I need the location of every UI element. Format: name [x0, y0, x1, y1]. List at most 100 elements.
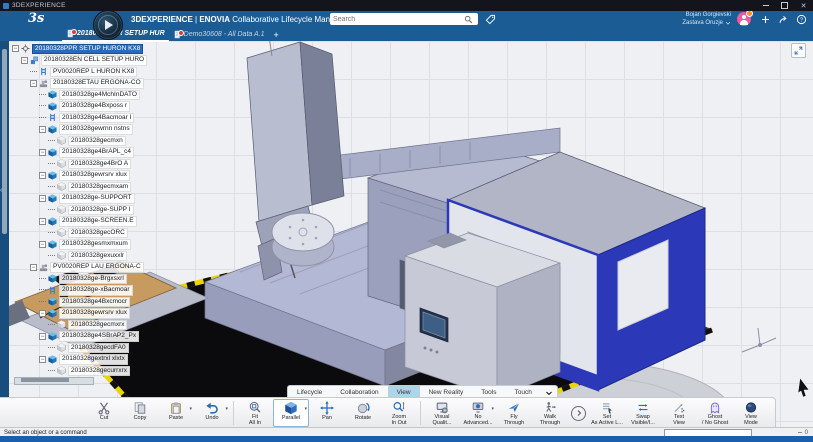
cut-button[interactable]: Cut — [86, 399, 122, 427]
avatar[interactable] — [737, 12, 751, 26]
3dexperience-compass[interactable] — [93, 10, 123, 40]
tree-item[interactable]: 20180328ge-Brgxsxrl — [12, 273, 147, 285]
instance-icon — [48, 90, 57, 99]
zoom-in-out-button[interactable]: ZoomIn Out — [381, 399, 417, 427]
close-button[interactable]: ✕ — [794, 0, 813, 11]
swap-button[interactable]: SwapVisible/I... — [625, 399, 661, 427]
copy-button[interactable]: Copy — [122, 399, 158, 427]
tree-item-label: 20180328ge-Brgxsxrl — [59, 274, 127, 285]
brand-name: 3DEXPERIENCE — [131, 15, 193, 24]
expander-toggle[interactable]: − — [39, 195, 46, 202]
tree-item[interactable]: −20180328ge4BrAPL_c4 — [12, 147, 147, 159]
expander-toggle[interactable]: − — [39, 218, 46, 225]
user-block[interactable]: Bojan Gorgievski Zastava Oruzje — [682, 11, 731, 27]
instance-icon — [48, 240, 57, 249]
tree-item[interactable]: −20180328EN CELL SETUP HURO — [12, 55, 147, 67]
fit-all-button[interactable]: FitAll In — [237, 399, 273, 427]
help-icon[interactable] — [795, 13, 807, 25]
visual-quality-icon — [435, 401, 449, 414]
tree-item[interactable]: −20180328ge-SUPPORT — [12, 193, 147, 205]
tree-horizontal-scrollbar[interactable] — [14, 377, 94, 385]
resource-icon — [39, 67, 48, 76]
parallel-cube-button[interactable]: ▾Parallel — [273, 399, 309, 427]
tree-item[interactable]: − 20180328gewrsrv xlux — [12, 170, 147, 182]
add-icon[interactable] — [759, 13, 771, 25]
expander-toggle[interactable]: − — [30, 80, 37, 87]
expander-toggle[interactable]: − — [39, 356, 46, 363]
expander-toggle[interactable]: − — [39, 310, 46, 317]
view-mode-button[interactable]: ViewMode — [733, 399, 769, 427]
tree-item[interactable]: 20180328gecmxam — [12, 181, 147, 193]
rotate-button[interactable]: Rotate — [345, 399, 381, 427]
tabs-overflow-chevron[interactable] — [541, 389, 557, 397]
tree-item[interactable]: 20180328gecORC — [12, 227, 147, 239]
pan-button[interactable]: Pan — [309, 399, 345, 427]
visual-quality-button[interactable]: VisualQualit... — [424, 399, 460, 427]
expander-toggle[interactable]: − — [39, 241, 46, 248]
tree-item[interactable]: −20180328gewrnn nstns — [12, 124, 147, 136]
dropdown-arrow-icon[interactable]: ▾ — [225, 406, 228, 412]
expander-toggle[interactable]: − — [21, 57, 28, 64]
expander-toggle[interactable]: − — [39, 149, 46, 156]
dropdown-arrow-icon[interactable]: ▾ — [304, 406, 307, 412]
toolbar-overflow-button[interactable] — [571, 406, 586, 421]
tree-item[interactable]: 20180328gecmxn — [12, 135, 147, 147]
minimize-button[interactable] — [756, 0, 775, 11]
tree-connector — [48, 163, 55, 165]
share-icon[interactable] — [777, 13, 789, 25]
undo-button[interactable]: ▾Undo — [194, 399, 230, 427]
tree-item[interactable]: −20180328gesmxmxum — [12, 239, 147, 251]
tree-item[interactable]: 20180328ge4Bxcmocr — [12, 296, 147, 308]
paste-button[interactable]: ▾Paste — [158, 399, 194, 427]
tree-item[interactable]: 20180328ge4Bacmoar I — [12, 112, 147, 124]
expander-toggle[interactable]: − — [39, 172, 46, 179]
tree-item[interactable]: 20180328ge4Bxposs r — [12, 101, 147, 113]
expander-toggle[interactable]: − — [30, 264, 37, 271]
tree-item[interactable]: −20180328PPR SETUP HURON KX8 — [12, 43, 147, 55]
text-view-button[interactable]: TextView — [661, 399, 697, 427]
tree-item[interactable]: 20180328ge4MchInDATO — [12, 89, 147, 101]
cut-icon — [97, 401, 111, 415]
tree-item-label: 20180328gexuxxlr — [68, 251, 127, 262]
walk-through-button[interactable]: WalkThrough — [532, 399, 568, 427]
tree-vertical-scrollbar[interactable]: ‹ — [0, 41, 9, 426]
tree-item[interactable]: 20180328gecmxrx — [12, 319, 147, 331]
tree-item[interactable]: 20180328gexuxxlr — [12, 250, 147, 262]
expander-toggle[interactable]: − — [12, 45, 19, 52]
document-tab-label: Demo30608 - All Data A.1 — [184, 31, 265, 38]
tree-item[interactable]: −20180328gewrsrv xlux — [12, 308, 147, 320]
3d-viewport[interactable]: −20180328PPR SETUP HURON KX8−20180328EN … — [0, 41, 813, 436]
tree-item-label: 20180328gewrsrv xlux — [59, 170, 130, 181]
expander-toggle[interactable]: − — [39, 126, 46, 133]
ghost-button[interactable]: Ghost/ No Ghost — [697, 399, 733, 427]
tree-item[interactable]: −PV0020REP LAU ERGONA-C — [12, 262, 147, 274]
dropdown-arrow-icon[interactable]: ▾ — [491, 406, 494, 412]
tree-item[interactable]: 20180328ge-SUPP I — [12, 204, 147, 216]
tree-item-label: 20180328ge4Bacmoar I — [59, 113, 134, 124]
set-active-button[interactable]: SetAs Active L... — [589, 399, 625, 427]
document-tab[interactable]: Demo30608 - All Data A.1 — [169, 28, 269, 41]
tree-item[interactable]: 20180328gecdFA0 — [12, 342, 147, 354]
panel-collapse-icon[interactable]: ‹ — [0, 187, 2, 194]
tree-item[interactable]: 20180328ge4BrO A — [12, 158, 147, 170]
dropdown-arrow-icon[interactable]: ▾ — [189, 406, 192, 412]
fly-through-button[interactable]: FlyThrough — [496, 399, 532, 427]
maximize-button[interactable] — [775, 0, 794, 11]
expand-viewport-button[interactable] — [791, 43, 806, 58]
add-tab-button[interactable]: + — [268, 30, 283, 40]
rotate-icon — [356, 401, 370, 415]
expander-toggle[interactable]: − — [39, 333, 46, 340]
tree-item[interactable]: 20180328ge-xBacmoar — [12, 285, 147, 297]
tree-item[interactable]: −20180328ETAU ERGONA-CO — [12, 78, 147, 90]
tree-item[interactable]: −20180328ge4SBrAP2_Px — [12, 331, 147, 343]
no-advanced-button[interactable]: ▾NoAdvanced... — [460, 399, 496, 427]
tree-item[interactable]: PV0020REP L HURON KX8 — [12, 66, 147, 78]
search-input[interactable] — [330, 14, 464, 24]
tag-icon[interactable] — [484, 13, 496, 25]
tree-item[interactable]: 20180328gecurrxrx — [12, 365, 147, 377]
tree-item[interactable]: −20180328ge-SCREEN.E — [12, 216, 147, 228]
scrollbar-thumb[interactable] — [2, 49, 7, 234]
search-icon[interactable] — [464, 15, 473, 24]
tree-item[interactable]: −20180328gextrxl xlxtx — [12, 354, 147, 366]
global-search — [330, 13, 478, 25]
